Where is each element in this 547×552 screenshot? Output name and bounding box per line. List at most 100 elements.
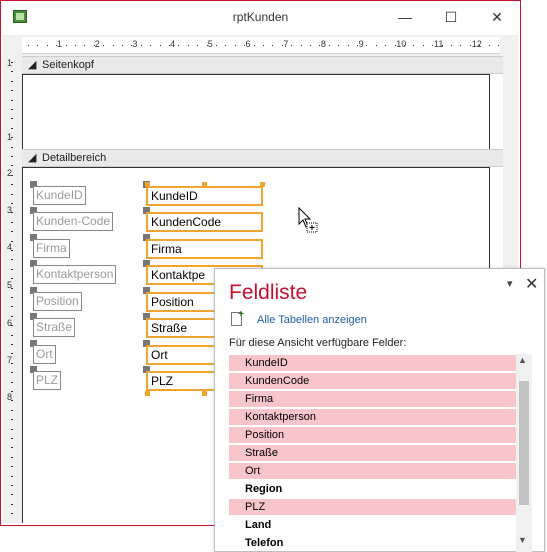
ruler-tick xyxy=(11,306,13,308)
textbox-kundencode[interactable]: KundenCode xyxy=(146,212,263,232)
ruler-tick xyxy=(187,45,189,46)
resize-handle[interactable] xyxy=(202,391,207,396)
ruler-tick xyxy=(366,45,368,46)
field-list-item[interactable]: Land xyxy=(229,517,516,533)
textbox-kundeid[interactable]: KundeID xyxy=(146,186,263,206)
ruler-tick xyxy=(11,259,13,261)
section-bar-seitenkopf[interactable]: ◢ Seitenkopf xyxy=(22,56,503,74)
ruler-number: 4 xyxy=(170,39,176,49)
label-firma[interactable]: Firma xyxy=(33,239,70,258)
ruler-tick xyxy=(11,325,13,327)
ruler-number: 6 xyxy=(245,39,251,49)
resize-handle[interactable] xyxy=(260,182,265,187)
ruler-number: 1 xyxy=(57,39,63,49)
ruler-tick xyxy=(310,45,311,46)
field-list-item[interactable]: Position xyxy=(229,427,516,443)
ruler-tick xyxy=(11,513,13,515)
scroll-up-icon[interactable]: ▲ xyxy=(518,355,527,365)
ruler-tick xyxy=(37,45,39,46)
ruler-tick xyxy=(122,45,123,46)
ruler-tick xyxy=(11,240,13,242)
ruler-tick xyxy=(11,409,13,411)
title-bar[interactable]: rptKunden — ☐ ✕ xyxy=(1,1,520,33)
ruler-number: 2 xyxy=(7,168,13,178)
ruler-tick xyxy=(46,45,48,46)
ruler-number: 5 xyxy=(207,39,213,49)
ruler-tick xyxy=(56,45,58,46)
vertical-ruler[interactable]: 112345678 xyxy=(3,56,20,523)
show-all-tables-link[interactable]: Alle Tabellen anzeigen xyxy=(257,314,367,326)
section-body-seitenkopf[interactable] xyxy=(22,74,489,149)
field-list-item[interactable]: Firma xyxy=(229,391,516,407)
ruler-tick xyxy=(11,62,13,63)
ruler-tick xyxy=(216,45,217,46)
ruler-number: 1 xyxy=(7,58,13,68)
label-kundeid[interactable]: KundeID xyxy=(33,186,86,205)
field-list-item[interactable]: KundenCode xyxy=(229,373,516,389)
ruler-number: 2 xyxy=(94,39,100,49)
ruler-tick xyxy=(84,45,86,46)
label-kunden-code[interactable]: Kunden-Code xyxy=(33,212,114,231)
resize-handle[interactable] xyxy=(202,182,207,187)
resize-handle[interactable] xyxy=(145,391,150,396)
ruler-tick xyxy=(11,193,13,195)
field-list-item[interactable]: KundeID xyxy=(229,355,516,371)
field-list-item[interactable]: PLZ xyxy=(229,499,516,515)
ruler-tick xyxy=(432,45,434,46)
section-collapse-icon: ◢ xyxy=(28,152,37,164)
ruler-tick xyxy=(11,297,13,298)
ruler-tick xyxy=(385,45,387,46)
ruler-number: 12 xyxy=(471,39,482,49)
ruler-tick xyxy=(11,428,13,430)
field-list-item[interactable]: Straße xyxy=(229,445,516,461)
ruler-tick xyxy=(169,45,170,46)
ruler-tick xyxy=(11,137,13,139)
ruler-tick xyxy=(347,45,349,46)
label-position[interactable]: Position xyxy=(33,292,82,311)
ruler-tick xyxy=(11,372,13,374)
maximize-button[interactable]: ☐ xyxy=(428,2,474,33)
field-list-item[interactable]: Region xyxy=(229,481,516,497)
ruler-tick xyxy=(441,45,443,46)
ruler-tick xyxy=(11,400,13,402)
ruler-tick xyxy=(375,45,377,46)
label-strasse[interactable]: Straße xyxy=(33,318,76,337)
minimize-button[interactable]: — xyxy=(382,2,428,33)
horizontal-ruler[interactable]: 1 2 3 4 5 6 7 8 9 10 11 12 xyxy=(22,37,500,54)
close-button[interactable]: ✕ xyxy=(474,2,520,33)
field-list-item[interactable]: Telefon xyxy=(229,535,516,551)
ruler-tick xyxy=(404,45,405,46)
ruler-tick xyxy=(11,268,13,270)
ruler-number: 3 xyxy=(7,205,13,215)
ruler-tick xyxy=(11,174,13,176)
ruler-tick xyxy=(11,381,13,383)
label-ort[interactable]: Ort xyxy=(33,345,56,364)
ruler-tick xyxy=(479,45,481,46)
ruler-tick xyxy=(394,45,396,46)
ruler-tick xyxy=(11,212,13,214)
scroll-down-icon[interactable]: ▼ xyxy=(518,535,527,545)
resize-handle[interactable] xyxy=(145,182,150,187)
panel-options-dropdown-icon[interactable]: ▾ xyxy=(507,277,513,290)
ruler-corner[interactable] xyxy=(3,37,20,54)
ruler-tick xyxy=(11,344,13,345)
ruler-tick xyxy=(451,45,452,46)
panel-close-button[interactable]: ✕ xyxy=(525,274,538,294)
field-list[interactable]: KundeID KundenCode Firma Kontaktperson Posit… xyxy=(229,354,516,552)
ruler-tick xyxy=(11,362,13,364)
field-list-panel[interactable]: Feldliste ▾ ✕ Alle Tabellen anzeigen Für… xyxy=(214,268,545,552)
ruler-tick xyxy=(11,127,13,129)
field-list-scroll-thumb[interactable] xyxy=(519,381,529,505)
field-list-item[interactable]: Ort xyxy=(229,463,516,479)
field-list-item[interactable]: Kontaktperson xyxy=(229,409,516,425)
ruler-number: 8 xyxy=(320,39,326,49)
ruler-tick xyxy=(11,475,13,477)
ruler-tick xyxy=(11,419,13,421)
label-kontaktperson[interactable]: Kontaktperson xyxy=(33,265,117,284)
textbox-firma[interactable]: Firma xyxy=(146,239,263,259)
show-all-tables-icon[interactable] xyxy=(231,309,244,326)
section-bar-detailbereich[interactable]: ◢ Detailbereich xyxy=(22,149,503,167)
ruler-tick xyxy=(11,71,13,73)
ruler-tick xyxy=(263,45,264,46)
label-plz[interactable]: PLZ xyxy=(33,371,62,390)
